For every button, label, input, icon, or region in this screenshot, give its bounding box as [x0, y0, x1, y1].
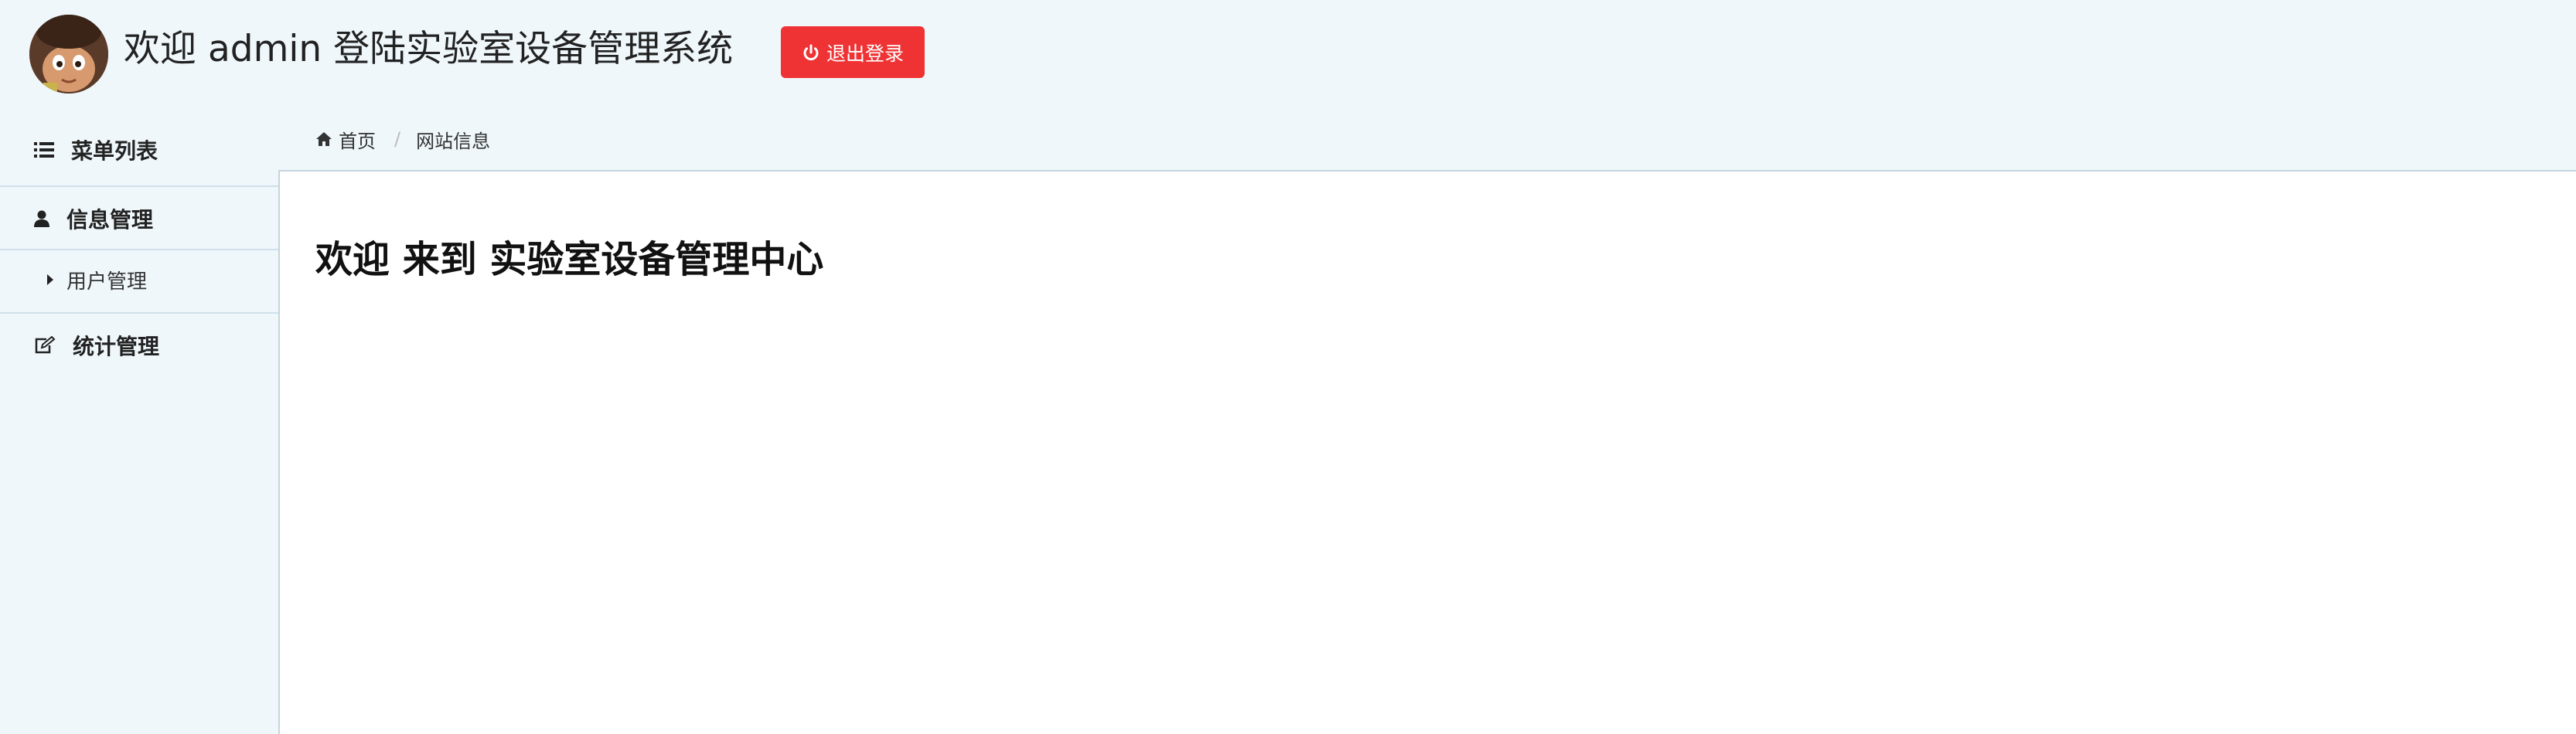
- sidebar-divider: [0, 249, 278, 250]
- menu-list-title: 菜单列表: [71, 138, 158, 164]
- sidebar-section-info[interactable]: 信息管理: [0, 203, 278, 234]
- main-content: 欢迎 来到 实验室设备管理中心: [278, 170, 2576, 734]
- logout-button[interactable]: 退出登录: [781, 26, 925, 78]
- caret-right-icon: [47, 274, 53, 285]
- sidebar-divider: [0, 312, 278, 314]
- edit-icon: [35, 336, 56, 354]
- sidebar-section-label: 统计管理: [73, 334, 160, 359]
- list-icon: [34, 142, 54, 158]
- menu-list-header: 菜单列表: [0, 134, 278, 165]
- sidebar: 菜单列表 信息管理 用户管理 统计管理: [0, 108, 278, 734]
- avatar: [29, 15, 108, 93]
- breadcrumb-home-link[interactable]: 首页: [339, 126, 376, 153]
- site-title: 欢迎 admin 登陆实验室设备管理系统: [124, 28, 734, 70]
- user-icon: [34, 210, 49, 227]
- breadcrumb-current: 网站信息: [416, 130, 491, 152]
- sidebar-item-label: 用户管理: [66, 270, 148, 294]
- breadcrumb-separator: /: [394, 128, 401, 150]
- sidebar-section-stats[interactable]: 统计管理: [0, 330, 278, 361]
- sidebar-item-user-management[interactable]: 用户管理: [0, 264, 278, 295]
- breadcrumb: 首页 / 网站信息: [315, 124, 490, 155]
- home-icon: [316, 132, 332, 146]
- header: 欢迎 admin 登陆实验室设备管理系统 退出登录: [0, 0, 2576, 108]
- logout-label: 退出登录: [826, 42, 904, 65]
- welcome-heading: 欢迎 来到 实验室设备管理中心: [315, 238, 824, 281]
- sidebar-section-label: 信息管理: [66, 207, 154, 233]
- power-icon: [803, 44, 819, 60]
- sidebar-divider: [0, 185, 278, 187]
